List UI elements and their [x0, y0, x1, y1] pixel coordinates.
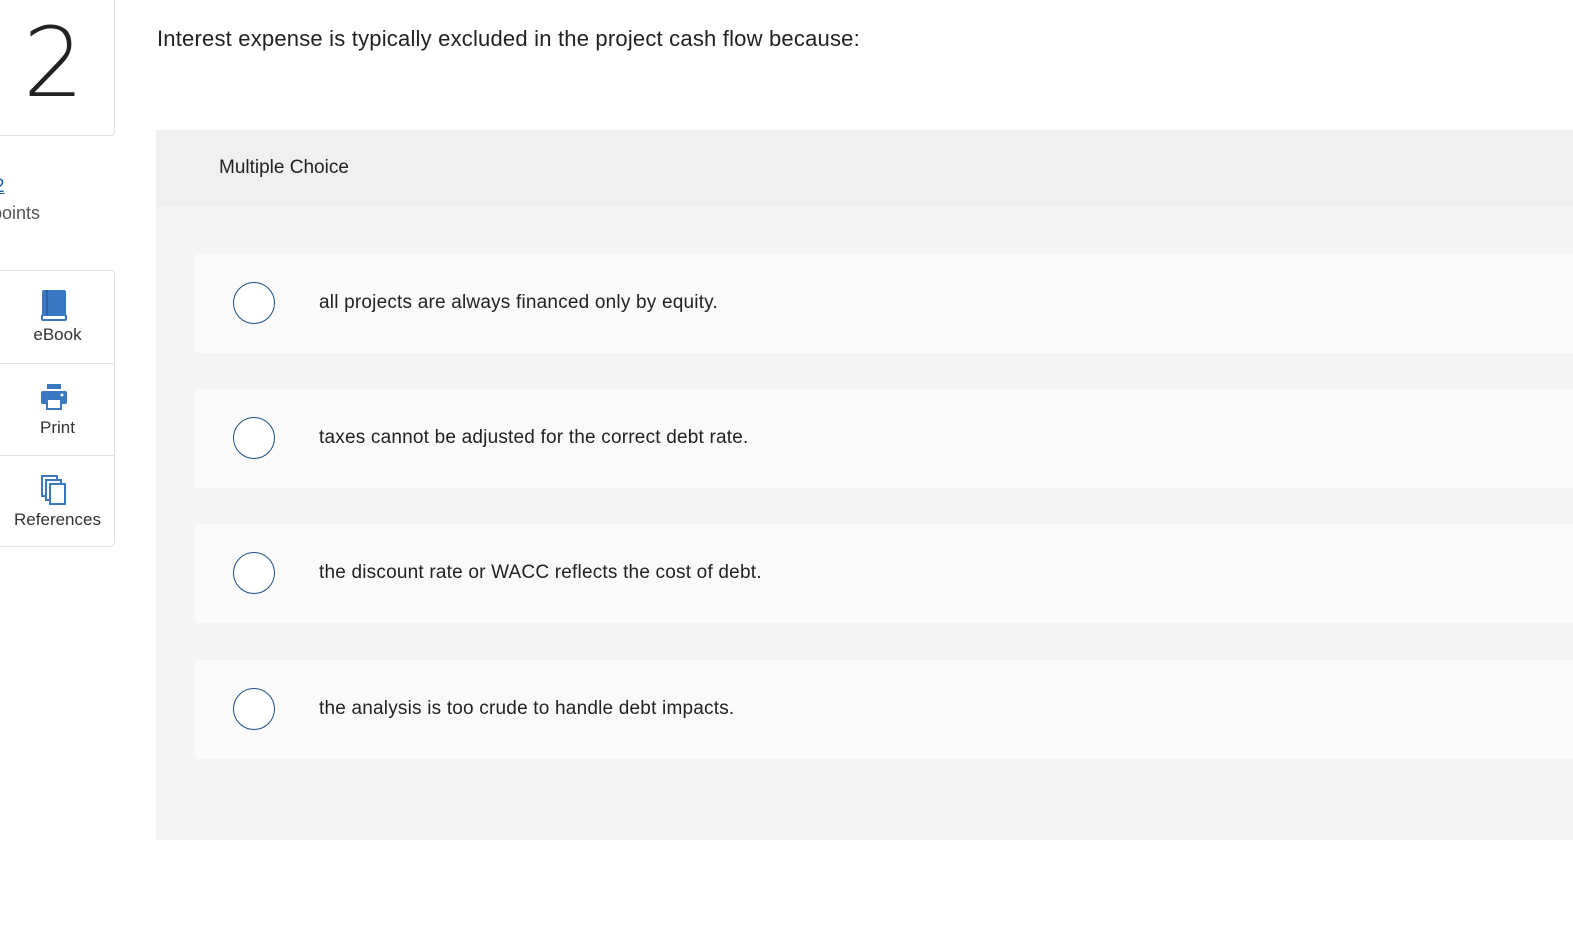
radio-button-4[interactable]: [233, 688, 275, 730]
tools-sidebar: eBook Print References: [0, 270, 115, 547]
question-page: 2 2 points eBook Pri: [0, 0, 1573, 940]
points-label: points: [0, 203, 41, 223]
multiple-choice-title: Multiple Choice: [219, 157, 349, 178]
choice-option-2[interactable]: taxes cannot be adjusted for the correct…: [195, 389, 1573, 488]
choice-text-1: all projects are always financed only by…: [319, 292, 718, 313]
print-button[interactable]: Print: [0, 363, 114, 455]
printer-icon: [39, 382, 69, 414]
choice-text-3: the discount rate or WACC reflects the c…: [319, 562, 762, 583]
radio-button-2[interactable]: [233, 417, 275, 459]
ebook-label: eBook: [33, 325, 82, 344]
choice-text-2: taxes cannot be adjusted for the correct…: [319, 427, 749, 448]
question-number: 2: [22, 7, 85, 119]
choice-option-1[interactable]: all projects are always financed only by…: [195, 254, 1573, 353]
question-number-box: 2: [0, 0, 115, 136]
references-label: References: [14, 510, 101, 529]
multiple-choice-panel: Multiple Choice all projects are always …: [156, 130, 1573, 840]
radio-button-1[interactable]: [233, 282, 275, 324]
points-value-link[interactable]: 2: [0, 176, 5, 198]
print-label: Print: [40, 418, 75, 437]
multiple-choice-header: Multiple Choice: [156, 130, 1573, 206]
radio-button-3[interactable]: [233, 552, 275, 594]
ebook-button[interactable]: eBook: [0, 271, 114, 363]
choice-option-4[interactable]: the analysis is too crude to handle debt…: [195, 660, 1573, 759]
choice-option-3[interactable]: the discount rate or WACC reflects the c…: [195, 524, 1573, 623]
book-icon: [39, 289, 69, 321]
copy-pages-icon: [39, 474, 69, 506]
choice-text-4: the analysis is too crude to handle debt…: [319, 698, 735, 719]
question-prompt: Interest expense is typically excluded i…: [157, 26, 860, 51]
references-button[interactable]: References: [0, 455, 114, 547]
